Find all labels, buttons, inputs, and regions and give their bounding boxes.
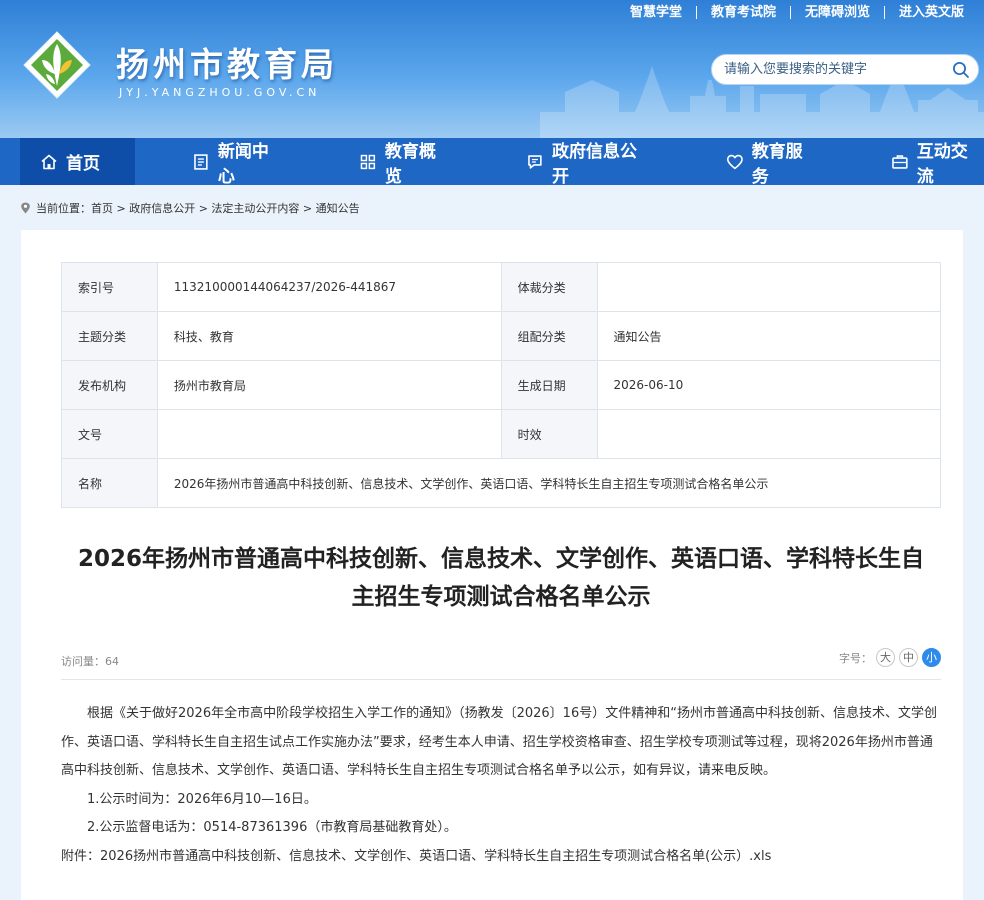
nav-item-interaction[interactable]: 互动交流 xyxy=(891,138,984,187)
article-paragraph: 根据《关于做好2026年全市高中阶段学校招生入学工作的通知》（扬教发〔2026〕… xyxy=(61,706,937,778)
article-body: 根据《关于做好2026年全市高中阶段学校招生入学工作的通知》（扬教发〔2026〕… xyxy=(61,700,941,871)
top-link-exam-institute[interactable]: 教育考试院 xyxy=(695,5,790,19)
table-key: 主题分类 xyxy=(61,311,158,361)
main-nav: 首页 新闻中心 教育概览 政府信息公开 教育服务 互动交流 xyxy=(0,138,984,187)
nav-label: 政府信息公开 xyxy=(551,141,637,187)
attachment-line: 附件：2026扬州市普通高中科技创新、信息技术、文学创作、英语口语、学科特长生自… xyxy=(61,843,941,872)
nav-label: 新闻中心 xyxy=(217,141,269,187)
table-value: 通知公告 xyxy=(596,311,942,361)
table-key: 体裁分类 xyxy=(500,262,598,312)
top-link-english[interactable]: 进入英文版 xyxy=(883,5,978,19)
nav-item-home[interactable]: 首页 xyxy=(20,138,136,185)
table-key: 发布机构 xyxy=(61,360,158,410)
table-key: 组配分类 xyxy=(500,311,598,361)
nav-label: 互动交流 xyxy=(916,141,968,187)
nav-label: 首页 xyxy=(66,154,100,174)
table-key: 名称 xyxy=(61,458,158,508)
article-title-line: 主招生专项测试合格名单公示 xyxy=(351,584,651,610)
font-size-medium-button[interactable]: 中 xyxy=(899,648,918,667)
table-value xyxy=(156,409,502,459)
nav-item-news[interactable]: 新闻中心 xyxy=(192,138,285,187)
home-icon xyxy=(41,154,57,169)
table-value xyxy=(596,409,942,459)
article-paragraph: 2.公示监督电话为：0514-87361396（市教育局基础教育处）。 xyxy=(87,820,457,835)
view-count: 访问量：64 xyxy=(61,655,119,668)
font-size-switcher: 字号： 大 中 小 xyxy=(839,648,941,667)
table-value: 2026年扬州市普通高中科技创新、信息技术、文学创作、英语口语、学科特长生自主招… xyxy=(156,458,942,508)
breadcrumb: 当前位置：首页 > 政府信息公开 > 法定主动公开内容 > 通知公告 xyxy=(20,199,360,217)
article-title-line: 2026年扬州市普通高中科技创新、信息技术、文学创作、英语口语、学科特长生自 xyxy=(77,546,924,572)
table-row: 索引号 113210000144064237/2026-441867 体裁分类 xyxy=(61,262,942,312)
font-size-label: 字号： xyxy=(839,651,872,665)
table-value: 扬州市教育局 xyxy=(156,360,502,410)
table-key: 生成日期 xyxy=(500,360,598,410)
nav-label: 教育服务 xyxy=(751,141,803,187)
table-value: 科技、教育 xyxy=(156,311,502,361)
article-title: 2026年扬州市普通高中科技创新、信息技术、文学创作、英语口语、学科特长生自 主… xyxy=(61,540,941,616)
table-key: 索引号 xyxy=(61,262,158,312)
search-box xyxy=(711,54,979,85)
table-row: 发布机构 扬州市教育局 生成日期 2026-06-10 xyxy=(61,360,942,410)
top-links: 智慧学堂 教育考试院 无障碍浏览 进入英文版 xyxy=(616,2,978,22)
nav-item-services[interactable]: 教育服务 xyxy=(726,138,819,187)
attachment-label: 附件： xyxy=(61,848,101,864)
table-value: 113210000144064237/2026-441867 xyxy=(156,262,502,312)
briefcase-icon xyxy=(892,154,908,169)
top-link-accessibility[interactable]: 无障碍浏览 xyxy=(789,5,884,19)
chat-icon xyxy=(528,154,542,169)
table-key: 文号 xyxy=(61,409,158,459)
info-table: 索引号 113210000144064237/2026-441867 体裁分类 … xyxy=(61,262,942,508)
site-title[interactable]: 扬州市教育局 xyxy=(116,38,338,86)
search-icon[interactable] xyxy=(952,61,970,79)
news-icon xyxy=(194,153,208,170)
nav-label: 教育概览 xyxy=(384,141,436,187)
grid-icon xyxy=(360,154,376,169)
location-pin-icon xyxy=(21,202,30,214)
attachment-link[interactable]: 2026扬州市普通高中科技创新、信息技术、文学创作、英语口语、学科特长生自主招生… xyxy=(100,849,771,864)
font-size-small-button[interactable]: 小 xyxy=(922,648,941,667)
table-value xyxy=(596,262,942,312)
content-card: 索引号 113210000144064237/2026-441867 体裁分类 … xyxy=(21,230,963,900)
heart-icon xyxy=(726,154,743,169)
search-input[interactable] xyxy=(724,55,949,84)
site-header: 智慧学堂 教育考试院 无障碍浏览 进入英文版 扬州市教育局 JYJ.YANGZH… xyxy=(0,0,984,138)
article-paragraph: 1.公示时间为：2026年6月10—16日。 xyxy=(87,791,317,807)
site-logo-icon[interactable] xyxy=(22,30,92,100)
breadcrumb-text[interactable]: 当前位置：首页 > 政府信息公开 > 法定主动公开内容 > 通知公告 xyxy=(36,200,360,216)
site-domain: JYJ.YANGZHOU.GOV.CN xyxy=(119,86,321,99)
table-row: 文号 时效 xyxy=(61,409,942,459)
font-size-large-button[interactable]: 大 xyxy=(876,648,895,667)
nav-item-overview[interactable]: 教育概览 xyxy=(359,138,452,187)
nav-item-gov-info[interactable]: 政府信息公开 xyxy=(526,138,653,187)
top-link-smart-classroom[interactable]: 智慧学堂 xyxy=(616,6,696,19)
table-row: 主题分类 科技、教育 组配分类 通知公告 xyxy=(61,311,942,361)
table-value: 2026-06-10 xyxy=(596,360,942,410)
table-row: 名称 2026年扬州市普通高中科技创新、信息技术、文学创作、英语口语、学科特长生… xyxy=(61,458,942,508)
divider xyxy=(61,679,941,680)
table-key: 时效 xyxy=(500,409,598,459)
